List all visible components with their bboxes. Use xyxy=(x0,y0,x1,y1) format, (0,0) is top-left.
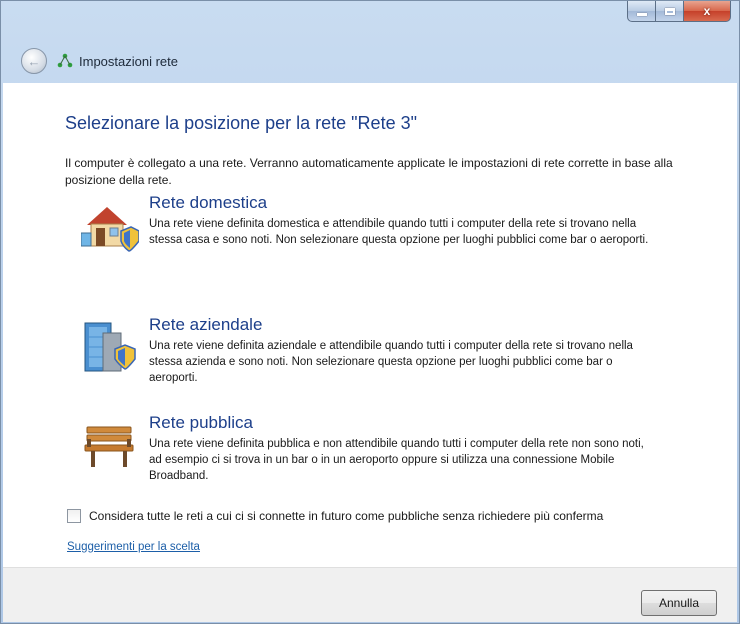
option-description: Una rete viene definita pubblica e non a… xyxy=(149,438,644,482)
cancel-button[interactable]: Annulla xyxy=(641,590,717,616)
option-title: Rete aziendale xyxy=(149,315,263,334)
window-controls: x xyxy=(627,1,731,22)
window-title: Impostazioni rete xyxy=(79,53,178,69)
page-heading: Selezionare la posizione per la rete "Re… xyxy=(65,113,417,133)
network-settings-window: x ← Impostazioni rete Selezionare la pos… xyxy=(0,0,740,624)
dialog-footer: Annulla xyxy=(3,567,737,622)
navigation-bar: ← Impostazioni rete xyxy=(1,41,739,81)
public-network-icon xyxy=(84,426,134,467)
option-title: Rete domestica xyxy=(149,193,268,212)
back-button[interactable]: ← xyxy=(21,48,47,74)
help-link[interactable]: Suggerimenti per la scelta xyxy=(67,541,200,553)
option-description: Una rete viene definita domestica e atte… xyxy=(149,218,649,246)
option-public-network[interactable]: Rete pubblica Una rete viene definita pu… xyxy=(81,413,681,503)
intro-text: Il computer è collegato a una rete. Verr… xyxy=(65,156,673,187)
close-icon: x xyxy=(703,4,711,18)
maximize-icon xyxy=(664,7,675,15)
close-button[interactable]: x xyxy=(684,1,731,22)
option-title: Rete pubblica xyxy=(149,413,253,432)
minimize-button[interactable] xyxy=(627,1,656,22)
back-arrow-icon: ← xyxy=(27,53,41,69)
option-work-network[interactable]: Rete aziendale Una rete viene definita a… xyxy=(81,315,681,405)
content-area: Selezionare la posizione per la rete "Re… xyxy=(3,83,737,567)
option-home-network[interactable]: Rete domestica Una rete viene definita d… xyxy=(81,193,681,283)
public-future-networks-option[interactable]: Considera tutte le reti a cui ci si conn… xyxy=(67,509,603,523)
minimize-icon xyxy=(636,12,647,16)
network-icon xyxy=(57,53,73,68)
home-network-icon xyxy=(81,207,139,252)
maximize-button[interactable] xyxy=(656,1,684,22)
checkbox-label: Considera tutte le reti a cui ci si conn… xyxy=(89,509,604,523)
option-description: Una rete viene definita aziendale e atte… xyxy=(149,340,633,384)
public-future-networks-checkbox[interactable] xyxy=(67,509,81,523)
work-network-icon xyxy=(84,322,136,372)
